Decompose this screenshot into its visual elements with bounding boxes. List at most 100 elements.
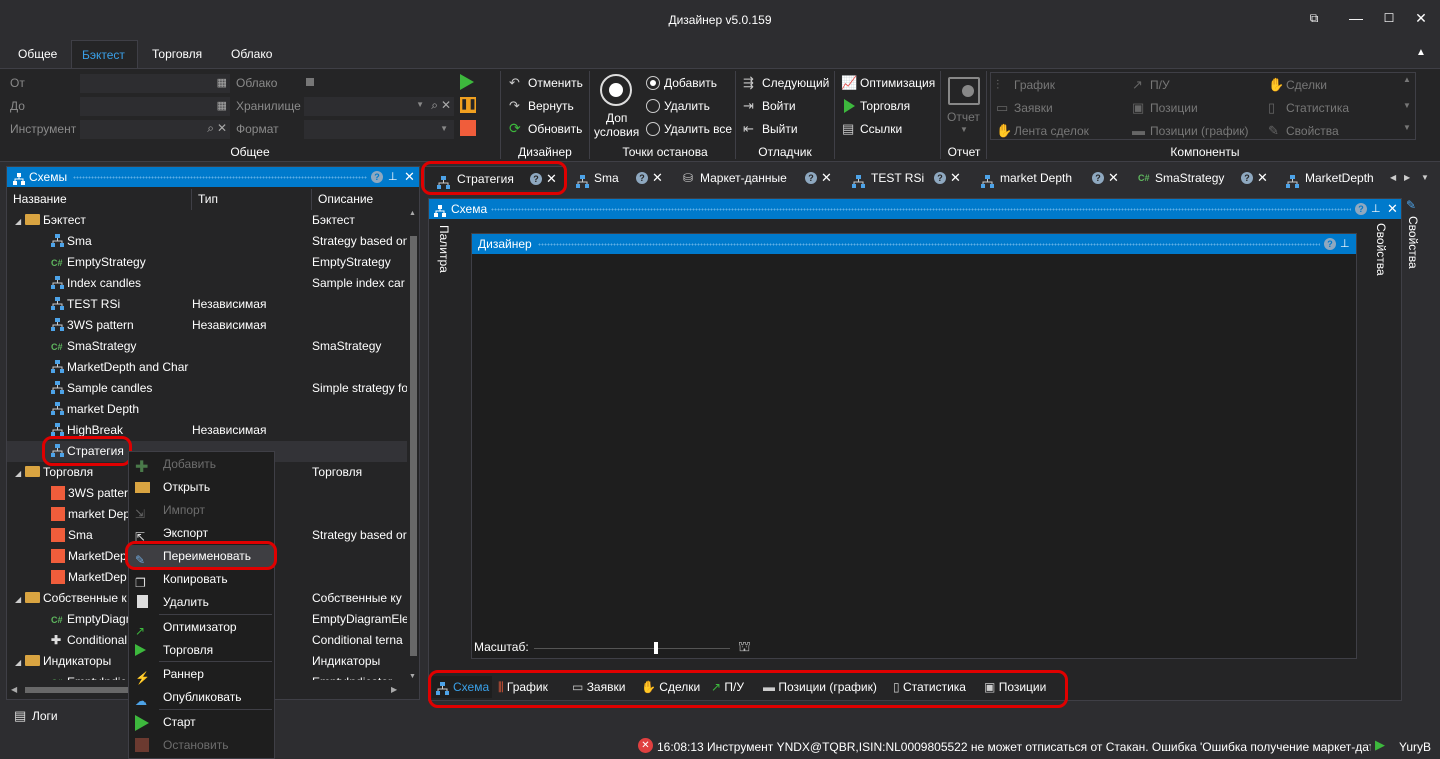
tabs-list-icon[interactable]: ▼ <box>1421 166 1429 190</box>
close-tab-icon[interactable]: ✕ <box>821 166 832 190</box>
tree-item[interactable]: market Depth <box>7 399 407 420</box>
from-date-input[interactable]: ▦ <box>80 74 230 93</box>
help-icon[interactable]: ? <box>1241 172 1253 184</box>
remove-all-breakpoints-label[interactable]: Удалить все <box>664 122 732 136</box>
tree-item[interactable]: 3WS pattern Независимая <box>7 315 407 336</box>
pin-icon[interactable]: ⊥ <box>388 167 398 187</box>
component-statistics[interactable]: Статистика <box>1286 101 1349 115</box>
tree-item[interactable]: Sample candles Simple strategy fo <box>7 378 407 399</box>
tree-item[interactable]: C# EmptyStrategy EmptyStrategy <box>7 252 407 273</box>
column-type[interactable]: Тип <box>192 189 312 210</box>
properties-side-tab[interactable]: Свойства <box>1374 223 1388 276</box>
step-in-button[interactable]: Войти <box>762 99 796 113</box>
tree-folder[interactable]: ◢ Бэктест Бэктест <box>7 210 407 231</box>
calendar-icon[interactable]: ▦ <box>217 99 227 112</box>
close-tab-icon[interactable]: ✕ <box>950 166 961 190</box>
tree-item[interactable]: Index candles Sample index car <box>7 273 407 294</box>
column-description[interactable]: Описание <box>312 189 407 210</box>
restore-panels-icon[interactable]: ⧉ <box>1306 10 1322 26</box>
logs-tab[interactable]: Логи <box>32 709 58 723</box>
component-pnl[interactable]: П/У <box>1150 78 1170 92</box>
menu-item-start[interactable]: Старт <box>129 711 274 734</box>
report-icon[interactable] <box>948 77 980 105</box>
tree-item[interactable]: C# SmaStrategy SmaStrategy <box>7 336 407 357</box>
close-tab-icon[interactable]: ✕ <box>1108 166 1119 190</box>
tab-general[interactable]: Общее <box>8 40 67 69</box>
help-icon[interactable]: ? <box>636 172 648 184</box>
close-panel-icon[interactable]: ✕ <box>1387 199 1398 219</box>
expand-arrow-icon[interactable]: ◢ <box>15 463 25 483</box>
search-icon[interactable]: ⌕ <box>207 121 214 136</box>
storage-select[interactable]: ▼ ⌕ ✕ <box>304 97 454 116</box>
pause-icon[interactable]: ❚❚ <box>460 97 477 113</box>
clear-icon[interactable]: ✕ <box>441 98 451 112</box>
step-next-button[interactable]: Следующий <box>762 76 829 90</box>
expand-arrow-icon[interactable]: ◢ <box>15 652 25 672</box>
close-panel-icon[interactable]: ✕ <box>404 167 415 187</box>
help-icon[interactable]: ? <box>371 171 383 183</box>
component-positions[interactable]: Позиции <box>1150 101 1198 115</box>
column-name[interactable]: Название <box>7 189 192 210</box>
zoom-slider-thumb[interactable] <box>653 642 658 654</box>
zoom-slider[interactable] <box>534 642 730 654</box>
gallery-down-icon[interactable]: ▼ <box>1403 101 1411 110</box>
tab-market-depth[interactable]: market Depth ? ✕ <box>981 166 1136 190</box>
help-icon[interactable]: ? <box>1355 203 1367 215</box>
expand-arrow-icon[interactable]: ◢ <box>15 211 25 231</box>
menu-item-delete[interactable]: Удалить <box>129 591 274 614</box>
tree-item[interactable]: Sma Strategy based on <box>7 231 407 252</box>
to-date-input[interactable]: ▦ <box>80 97 230 116</box>
report-dropdown-icon[interactable]: ▼ <box>960 125 968 134</box>
component-positions-chart[interactable]: Позиции (график) <box>1150 124 1249 138</box>
close-tab-icon[interactable]: ✕ <box>652 166 663 190</box>
tabs-scroll-right-icon[interactable]: ▶ <box>1404 166 1410 190</box>
help-icon[interactable]: ? <box>1324 238 1336 250</box>
properties-right-tab[interactable]: Свойства <box>1406 216 1420 269</box>
menu-item-trading[interactable]: Торговля <box>129 639 274 662</box>
pin-icon[interactable]: ⊥ <box>1340 234 1350 254</box>
redo-button[interactable]: Вернуть <box>528 99 574 113</box>
minimize-button[interactable]: — <box>1348 10 1364 26</box>
step-out-button[interactable]: Выйти <box>762 122 798 136</box>
tab-marketdepth[interactable]: MarketDepth <box>1286 166 1386 190</box>
menu-item-copy[interactable]: ❐ Копировать <box>129 568 274 591</box>
expand-arrow-icon[interactable]: ◢ <box>15 589 25 609</box>
optimization-button[interactable]: Оптимизация <box>860 76 935 90</box>
component-chart[interactable]: График <box>1014 78 1055 92</box>
trading-button[interactable]: Торговля <box>860 99 910 113</box>
menu-item-runner[interactable]: ⚡ Раннер <box>129 663 274 686</box>
tree-item[interactable]: MarketDepth and Char <box>7 357 407 378</box>
palette-side-tab[interactable]: Палитра <box>437 225 451 273</box>
report-button[interactable]: Отчет <box>947 110 980 124</box>
tree-item[interactable]: TEST RSi Независимая <box>7 294 407 315</box>
gallery-up-icon[interactable]: ▲ <box>1403 75 1411 84</box>
tabs-scroll-left-icon[interactable]: ◀ <box>1390 166 1396 190</box>
add-breakpoint-radio[interactable] <box>646 76 660 90</box>
user-name[interactable]: YuryB <box>1399 740 1431 754</box>
gallery-more-icon[interactable]: ▼ <box>1403 123 1411 132</box>
add-breakpoint-label[interactable]: Добавить <box>664 76 717 90</box>
instrument-input[interactable]: ⌕ ✕ <box>80 120 230 139</box>
format-select[interactable]: ▼ <box>304 120 454 139</box>
component-properties[interactable]: Свойства <box>1286 124 1339 138</box>
component-deals[interactable]: Сделки <box>1286 78 1327 92</box>
remove-all-breakpoints-radio[interactable] <box>646 122 660 136</box>
calendar-icon[interactable]: ▦ <box>217 76 227 89</box>
cloud-checkbox[interactable] <box>306 78 314 86</box>
links-button[interactable]: Ссылки <box>860 122 902 136</box>
menu-item-open[interactable]: Открыть <box>129 476 274 499</box>
help-icon[interactable]: ? <box>805 172 817 184</box>
tab-market-data[interactable]: ⛁ Маркет-данные ? ✕ <box>681 166 836 190</box>
close-button[interactable]: ✕ <box>1413 10 1429 26</box>
component-trades[interactable]: Лента сделок <box>1014 124 1089 138</box>
extra-conditions-icon[interactable] <box>600 74 632 106</box>
component-orders[interactable]: Заявки <box>1014 101 1053 115</box>
play-icon[interactable] <box>460 74 474 90</box>
menu-item-optimizer[interactable]: ↗ Оптимизатор <box>129 616 274 639</box>
menu-item-publish[interactable]: ☁ Опубликовать <box>129 686 274 709</box>
pin-icon[interactable]: ⊥ <box>1371 199 1381 219</box>
help-icon[interactable]: ? <box>1092 172 1104 184</box>
tab-cloud[interactable]: Облако <box>221 40 282 69</box>
close-tab-icon[interactable]: ✕ <box>1257 166 1268 190</box>
tab-trading[interactable]: Торговля <box>142 40 212 69</box>
